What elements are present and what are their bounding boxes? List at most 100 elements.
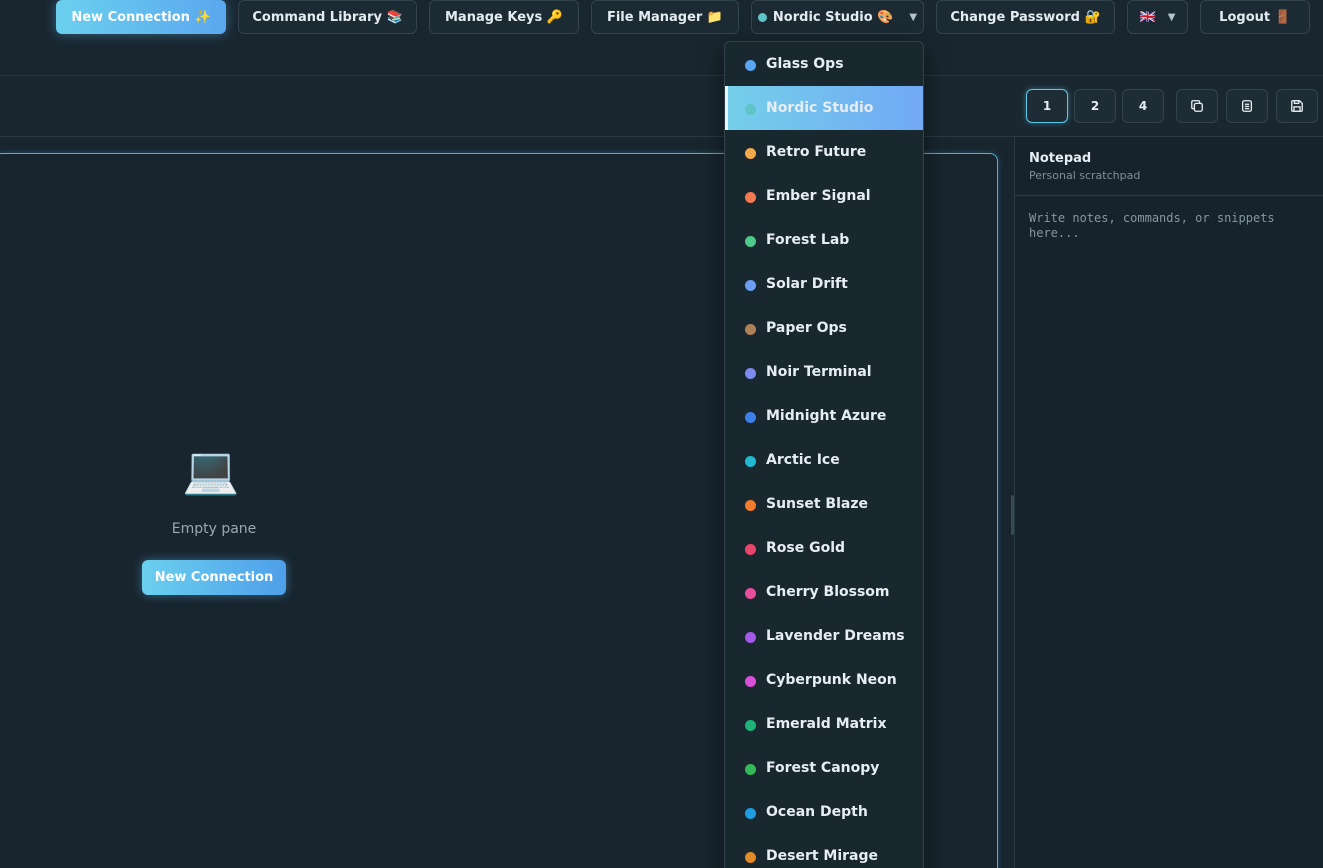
theme-option-label: Emerald Matrix [766,716,887,732]
file-manager-button[interactable]: File Manager 📁 [591,0,739,34]
theme-color-dot [745,367,756,379]
theme-option-label: Paper Ops [766,320,847,336]
new-connection-label: New Connection ✨ [71,9,211,25]
notepad-subtitle: Personal scratchpad [1029,169,1141,182]
theme-option[interactable]: Lavender Dreams [725,614,923,658]
theme-option-label: Retro Future [766,144,867,160]
theme-color-dot [745,103,756,115]
theme-option[interactable]: Noir Terminal [725,350,923,394]
theme-color-dot [745,455,756,467]
manage-keys-button[interactable]: Manage Keys 🔑 [429,0,579,34]
notepad-textarea[interactable] [1015,197,1323,867]
pane-new-connection-label: New Connection [154,570,274,585]
top-nav: New Connection ✨ Command Library 📚 Manag… [0,0,1323,76]
theme-option-label: Rose Gold [766,540,846,556]
command-library-button[interactable]: Command Library 📚 [238,0,417,34]
theme-color-dot [745,719,756,731]
theme-option[interactable]: Midnight Azure [725,394,923,438]
chevron-down-icon: ▼ [909,11,918,23]
theme-color-dot [745,587,756,599]
theme-color-dot [745,499,756,511]
notepad-panel: Notepad Personal scratchpad [1014,137,1323,868]
theme-option[interactable]: Solar Drift [725,262,923,306]
theme-color-dot [745,631,756,643]
theme-color-dot [745,675,756,687]
theme-option[interactable]: Retro Future [725,130,923,174]
theme-option[interactable]: Ember Signal [725,174,923,218]
theme-color-dot [745,543,756,555]
clipboard-icon [1241,100,1253,112]
change-password-button[interactable]: Change Password 🔐 [936,0,1115,34]
theme-option[interactable]: Forest Canopy [725,746,923,790]
duplicate-button[interactable] [1176,89,1218,123]
layout-1-button[interactable]: 1 [1026,89,1068,123]
theme-option-label: Forest Lab [766,232,850,248]
pane-toolbar: 1 2 4 [0,77,1323,137]
file-manager-label: File Manager 📁 [606,9,724,25]
laptop-icon: 💻 [182,443,240,497]
theme-option[interactable]: Rose Gold [725,526,923,570]
theme-selector[interactable]: Nordic Studio 🎨 ▼ [751,0,924,34]
theme-option-label: Arctic Ice [766,452,840,468]
theme-color-dot [757,12,767,22]
theme-dropdown: Glass Ops Nordic Studio Retro Future Ember … [724,41,924,868]
theme-option-label: Cyberpunk Neon [766,672,897,688]
theme-option[interactable]: Cherry Blossom [725,570,923,614]
theme-option-label: Sunset Blaze [766,496,868,512]
theme-option[interactable]: Nordic Studio [725,86,923,130]
notepad-header: Notepad Personal scratchpad [1015,137,1323,196]
theme-option[interactable]: Arctic Ice [725,438,923,482]
theme-option-label: Solar Drift [766,276,848,292]
save-button[interactable] [1276,89,1318,123]
empty-pane-text: Empty pane [171,521,257,537]
change-password-label: Change Password 🔐 [950,9,1101,25]
pane-new-connection-button[interactable]: New Connection [142,560,286,595]
theme-color-dot [745,323,756,335]
theme-option[interactable]: Forest Lab [725,218,923,262]
language-selector[interactable]: 🇬🇧 ▼ [1127,0,1188,34]
theme-option-label: Midnight Azure [766,408,887,424]
theme-option[interactable]: Sunset Blaze [725,482,923,526]
theme-option[interactable]: Ocean Depth [725,790,923,834]
theme-option[interactable]: Paper Ops [725,306,923,350]
theme-option-label: Noir Terminal [766,364,872,380]
notepad-title: Notepad [1029,151,1092,166]
theme-option[interactable]: Cyberpunk Neon [725,658,923,702]
theme-color-dot [745,411,756,423]
theme-color-dot [745,147,756,159]
theme-color-dot [745,279,756,291]
theme-option-label: Glass Ops [766,56,844,72]
theme-option-label: Ocean Depth [766,804,868,820]
save-icon [1291,100,1303,112]
layout-2-label: 2 [1090,99,1100,113]
command-library-label: Command Library 📚 [252,9,403,25]
theme-option-label: Forest Canopy [766,760,880,776]
manage-keys-label: Manage Keys 🔑 [445,9,563,25]
logout-button[interactable]: Logout 🚪 [1200,0,1310,34]
theme-option[interactable]: Desert Mirage [725,834,923,868]
theme-option-label: Cherry Blossom [766,584,890,600]
flag-icon: 🇬🇧 [1139,9,1156,25]
theme-color-dot [745,191,756,203]
duplicate-icon [1191,100,1203,112]
logout-label: Logout 🚪 [1219,9,1291,25]
layout-4-button[interactable]: 4 [1122,89,1164,123]
theme-selector-label: Nordic Studio 🎨 [772,9,894,25]
layout-4-label: 4 [1138,99,1148,113]
new-connection-button[interactable]: New Connection ✨ [56,0,226,34]
layout-1-label: 1 [1042,99,1052,113]
theme-color-dot [745,59,756,71]
theme-color-dot [745,851,756,863]
theme-option-label: Lavender Dreams [766,628,905,644]
theme-option-label: Ember Signal [766,188,871,204]
chevron-down-icon: ▼ [1167,11,1176,23]
theme-color-dot [745,807,756,819]
clipboard-button[interactable] [1226,89,1268,123]
theme-color-dot [745,763,756,775]
app-root: New Connection ✨ Command Library 📚 Manag… [0,0,1323,868]
layout-2-button[interactable]: 2 [1074,89,1116,123]
theme-option-label: Nordic Studio [766,100,874,116]
theme-option[interactable]: Emerald Matrix [725,702,923,746]
theme-option[interactable]: Glass Ops [725,42,923,86]
theme-color-dot [745,235,756,247]
